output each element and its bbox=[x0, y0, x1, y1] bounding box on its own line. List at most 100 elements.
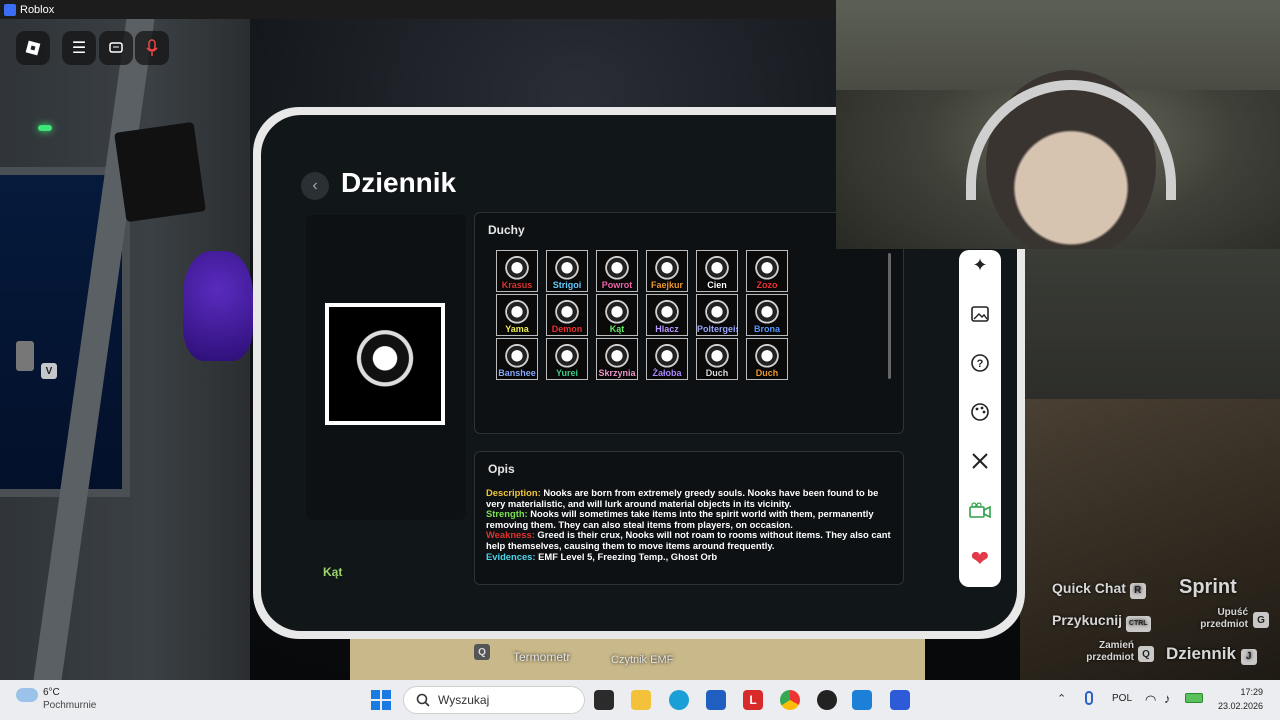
ghost-card[interactable]: Zozo bbox=[746, 250, 788, 292]
ghost-grid: Krasus Strigoi Powrot Faejkur Cien Zozo Yama De… bbox=[496, 250, 788, 380]
drop-item-label: Upuść przedmiot bbox=[1200, 607, 1248, 630]
strength-label: Strength: bbox=[486, 508, 528, 520]
back-button[interactable]: ‹ bbox=[301, 172, 329, 200]
ghost-card[interactable]: Żałoba bbox=[646, 338, 688, 380]
ghost-list-scrollbar[interactable] bbox=[888, 253, 891, 379]
ghost-card[interactable]: Hlacz bbox=[646, 294, 688, 336]
weather-temp: 6°C bbox=[43, 687, 60, 698]
clock-time[interactable]: 17:29 bbox=[1213, 687, 1263, 697]
svg-text:?: ? bbox=[977, 358, 984, 370]
ghost-card[interactable]: Kąt bbox=[596, 294, 638, 336]
roblox-menu-button[interactable] bbox=[16, 31, 50, 65]
weakness-text: Greed is their crux, Nooks will not roam… bbox=[486, 529, 891, 551]
chevron-up-icon[interactable]: ⌃ bbox=[1057, 692, 1066, 705]
ghost-card[interactable]: Demon bbox=[546, 294, 588, 336]
language-indicator[interactable]: POL bbox=[1112, 693, 1132, 704]
selected-ghost-name: Kąt bbox=[323, 565, 343, 579]
scene-floor bbox=[1020, 399, 1280, 680]
battery-icon[interactable] bbox=[1185, 693, 1203, 703]
description-body: Description: Nooks are born from extreme… bbox=[486, 487, 891, 562]
drop-key: G bbox=[1253, 612, 1269, 628]
sprint-label: Sprint bbox=[1179, 576, 1237, 598]
search-placeholder: Wyszukaj bbox=[438, 693, 490, 707]
description-text: Nooks are born from extremely greedy sou… bbox=[486, 487, 879, 509]
ghost-card-label: Brona bbox=[753, 324, 780, 334]
ghost-card[interactable]: Krasus bbox=[496, 250, 538, 292]
webcam-overlay bbox=[836, 0, 1280, 249]
crouch-label: Przykucnij bbox=[1052, 612, 1123, 628]
chat-icon[interactable] bbox=[99, 31, 133, 65]
ghost-list-heading: Duchy bbox=[488, 223, 525, 237]
sprint-hint: Sprint bbox=[1179, 576, 1237, 599]
taskbar-search[interactable]: Wyszukaj bbox=[403, 686, 585, 714]
help-tab-icon[interactable]: ? bbox=[959, 342, 1001, 384]
l-app-icon[interactable]: L bbox=[743, 690, 763, 710]
tools-tab-icon[interactable] bbox=[959, 440, 1001, 482]
app-icon-active[interactable] bbox=[852, 690, 872, 710]
quick-chat-key: R bbox=[1129, 582, 1146, 599]
swap-item-label: Zamień przedmiot bbox=[1086, 640, 1134, 663]
ghost-card[interactable]: Banshee bbox=[496, 338, 538, 380]
ghost-card[interactable]: Brona bbox=[746, 294, 788, 336]
ghost-card-label: Krasus bbox=[501, 280, 533, 290]
ghost-card-label: Banshee bbox=[498, 368, 536, 378]
evidences-label: Evidences: bbox=[486, 550, 536, 562]
ghost-card-label: Poltergeist bbox=[697, 324, 737, 334]
ghost-card[interactable]: Strigoi bbox=[546, 250, 588, 292]
webcam-headphones bbox=[966, 80, 1176, 200]
journal-title: Dziennik bbox=[341, 167, 457, 198]
photos-tab-icon[interactable] bbox=[959, 293, 1001, 335]
hotbar-item-thermometer[interactable]: Termometr bbox=[513, 650, 570, 664]
ghost-tab-icon[interactable]: ✦ bbox=[959, 244, 1001, 286]
swap-key: Q bbox=[1138, 646, 1154, 662]
obs-icon[interactable] bbox=[817, 690, 837, 710]
ghost-card-label: Zozo bbox=[756, 280, 778, 290]
quick-chat-hint: Quick Chat R bbox=[1052, 580, 1146, 599]
description-label: Description: bbox=[486, 487, 541, 498]
file-explorer-icon[interactable] bbox=[631, 690, 651, 710]
weather-desc: Pochmurnie bbox=[43, 700, 97, 711]
edge-icon[interactable] bbox=[669, 690, 689, 710]
crouch-hint: Przykucnij CTRL bbox=[1052, 612, 1151, 632]
windows-taskbar: 6°C Pochmurnie Wyszukaj L ⌃ POL ◠ ♪ 17:2… bbox=[0, 680, 1280, 720]
windows-start-icon[interactable] bbox=[371, 690, 391, 710]
palette-tab-icon[interactable] bbox=[959, 391, 1001, 433]
ghost-card[interactable]: Yurei bbox=[546, 338, 588, 380]
ghost-card[interactable]: Duch bbox=[746, 338, 788, 380]
ghost-card-label: Żałoba bbox=[652, 368, 682, 378]
ghost-card[interactable]: Skrzynia bbox=[596, 338, 638, 380]
camera-tab-icon[interactable] bbox=[959, 489, 1001, 531]
chrome-icon[interactable] bbox=[780, 690, 800, 710]
screen: Roblox V ☰ ‹ Dziennik Kąt Duchy Krasus S… bbox=[0, 0, 1280, 720]
ghost-card-label: Kąt bbox=[609, 324, 625, 334]
wifi-icon[interactable]: ◠ bbox=[1145, 692, 1156, 708]
scene-wall-right bbox=[1020, 249, 1280, 419]
selected-ghost-image bbox=[325, 303, 445, 425]
ghost-card[interactable]: Duch bbox=[696, 338, 738, 380]
ghost-card-label: Demon bbox=[551, 324, 583, 334]
ghost-card[interactable]: Faejkur bbox=[646, 250, 688, 292]
microphone-icon[interactable] bbox=[135, 31, 169, 65]
ghost-card-label: Duch bbox=[705, 368, 729, 378]
roblox-taskbar-icon[interactable] bbox=[890, 690, 910, 710]
hotbar-item-emf-reader[interactable]: Czytnik EMF bbox=[611, 654, 673, 666]
ghost-card[interactable]: Yama bbox=[496, 294, 538, 336]
mic-tray-icon[interactable] bbox=[1085, 691, 1093, 705]
window-title: Roblox bbox=[20, 3, 55, 16]
ghost-card[interactable]: Powrot bbox=[596, 250, 638, 292]
heart-tab-icon[interactable]: ❤ bbox=[959, 538, 1001, 580]
journal-hint: Dziennik J bbox=[1166, 644, 1257, 665]
window-titlebar: Roblox bbox=[0, 0, 836, 19]
volume-icon[interactable]: ♪ bbox=[1164, 691, 1171, 706]
clock-date[interactable]: 23.02.2026 bbox=[1213, 701, 1263, 711]
crouch-key: CTRL bbox=[1125, 615, 1151, 632]
task-view-icon[interactable] bbox=[594, 690, 614, 710]
ghost-card[interactable]: Cien bbox=[696, 250, 738, 292]
strength-text: Nooks will sometimes take items into the… bbox=[486, 508, 874, 530]
store-icon[interactable] bbox=[706, 690, 726, 710]
ghost-card[interactable]: Poltergeist bbox=[696, 294, 738, 336]
description-heading: Opis bbox=[488, 462, 515, 476]
weakness-label: Weakness: bbox=[486, 529, 535, 541]
hamburger-menu-icon[interactable]: ☰ bbox=[62, 31, 96, 65]
search-icon bbox=[416, 693, 430, 707]
